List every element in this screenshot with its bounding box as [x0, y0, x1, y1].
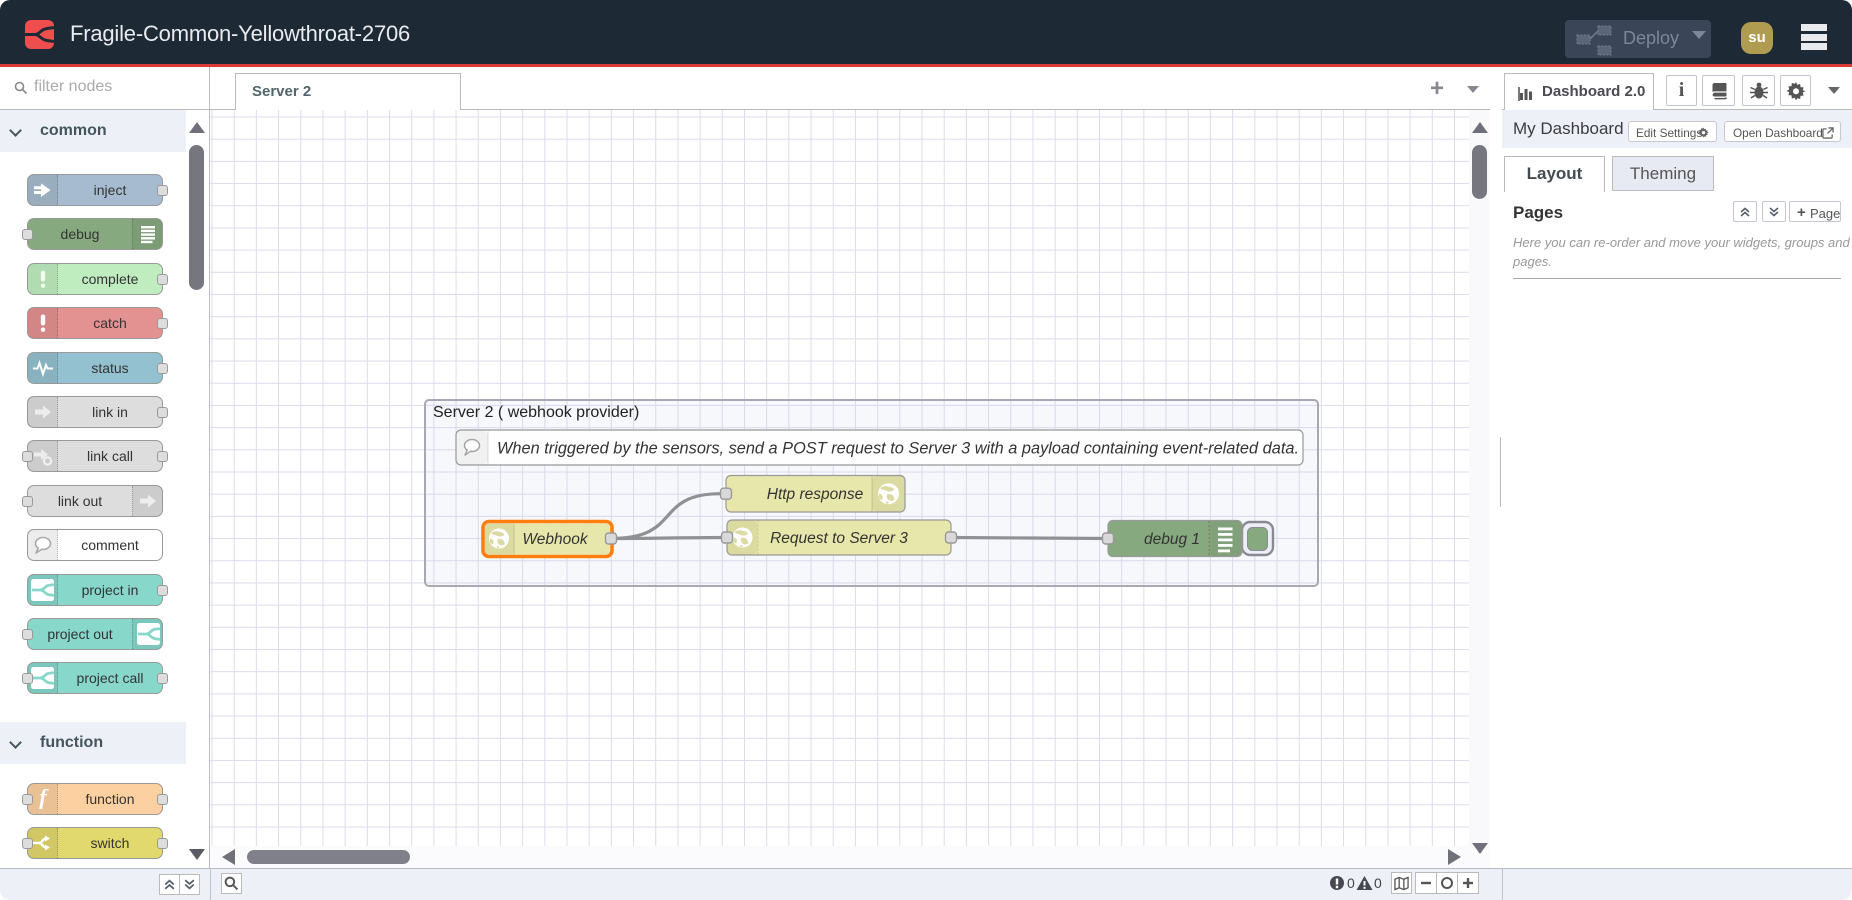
svg-text:Http response: Http response	[767, 486, 864, 503]
svg-text:Request to Server 3: Request to Server 3	[770, 530, 908, 547]
svg-text:When triggered by the sensors,: When triggered by the sensors, send a PO…	[497, 440, 1299, 458]
svg-text:Webhook: Webhook	[522, 531, 588, 548]
svg-text:debug 1: debug 1	[1144, 531, 1200, 548]
svg-text:Server 2 ( webhook provider): Server 2 ( webhook provider)	[433, 404, 639, 421]
